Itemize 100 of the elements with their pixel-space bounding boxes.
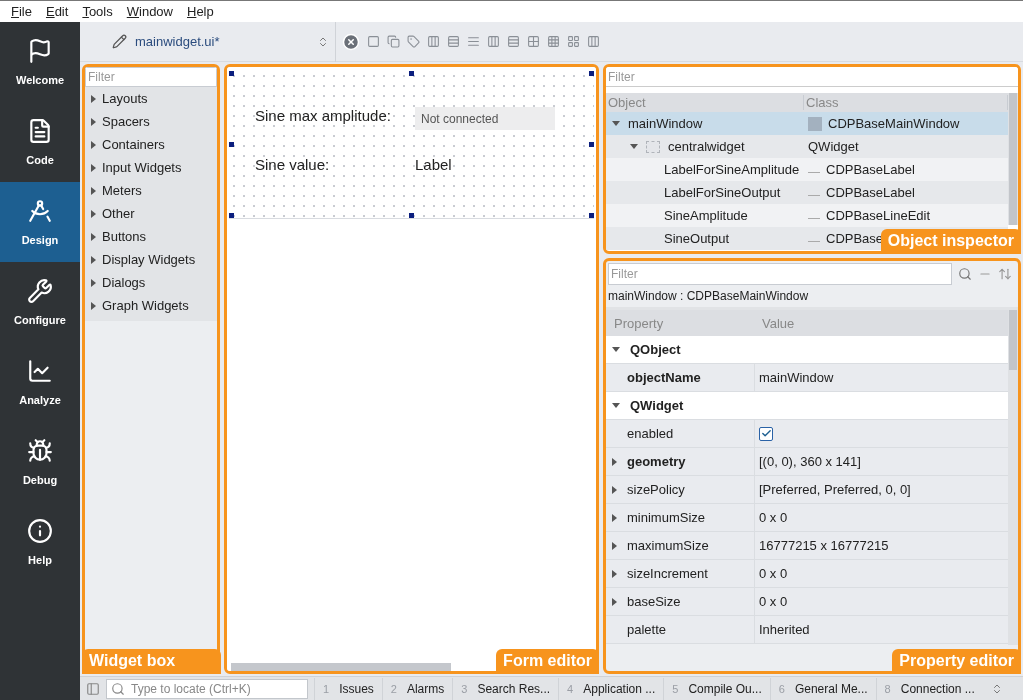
sort-icon[interactable] [998, 267, 1012, 281]
object-row[interactable]: LabelForSineAmplitude CDPBaseLabel [606, 158, 1008, 181]
object-row[interactable]: centralwidget QWidget [606, 135, 1008, 158]
property-value: [(0, 0), 360 x 141] [759, 454, 861, 469]
columns-icon[interactable] [427, 35, 440, 48]
menu-item[interactable]: Edit [38, 4, 76, 19]
category-item[interactable]: Containers [85, 133, 217, 156]
group-name: QWidget [630, 398, 684, 413]
output-tab[interactable]: 8 Connection ... [875, 677, 983, 700]
menu-item[interactable]: File [4, 4, 39, 19]
scrollbar[interactable] [231, 663, 451, 671]
locate-field[interactable]: Type to locate (Ctrl+K) [106, 678, 308, 699]
menu-item[interactable]: Window [119, 4, 180, 19]
resize-handle[interactable] [409, 213, 414, 218]
expand-arrow-icon[interactable] [612, 513, 617, 522]
property-name: minimumSize [627, 510, 705, 525]
expand-arrow-icon[interactable] [612, 347, 620, 352]
resize-handle[interactable] [589, 142, 594, 147]
expand-arrow-icon[interactable] [612, 569, 617, 578]
menu-item[interactable]: Help [180, 4, 221, 19]
scrollbar[interactable] [1008, 93, 1018, 225]
form-label: Sine max amplitude: [255, 106, 392, 124]
category-item[interactable]: Spacers [85, 110, 217, 133]
output-tab[interactable]: 4 Application ... [558, 677, 664, 700]
expand-arrow-icon[interactable] [612, 403, 620, 408]
mode-button[interactable]: Help [0, 502, 80, 582]
expand-arrow-icon[interactable] [612, 597, 617, 606]
property-value: Inherited [759, 622, 810, 637]
property-name: objectName [627, 370, 701, 385]
rows-icon[interactable] [447, 35, 460, 48]
object-row[interactable]: mainWindow CDPBaseMainWindow [606, 112, 1008, 135]
input-field[interactable]: Not connected [415, 107, 555, 130]
menu-item[interactable]: Tools [75, 4, 120, 19]
class-name: CDPBaseLineEdit [826, 208, 931, 223]
grid-icon[interactable] [547, 35, 560, 48]
mode-button[interactable]: Welcome [0, 22, 80, 102]
rows-icon[interactable] [507, 35, 520, 48]
property-name: palette [627, 622, 667, 637]
filter-field[interactable]: Filter [608, 263, 952, 285]
columns-icon[interactable] [487, 35, 500, 48]
callout-tooltip: Object inspector [880, 229, 1021, 254]
resize-handle[interactable] [589, 213, 594, 218]
pencil-icon [112, 34, 127, 49]
sidebar-toggle-icon[interactable] [86, 681, 100, 696]
info-icon [27, 518, 53, 544]
property-name: sizePolicy [627, 482, 685, 497]
category-item[interactable]: Other [85, 202, 217, 225]
resize-handle[interactable] [229, 142, 234, 147]
category-item[interactable]: Meters [85, 179, 217, 202]
expand-arrow-icon[interactable] [612, 541, 617, 550]
class-name: QWidget [808, 139, 859, 154]
filter-field[interactable]: Filter [85, 67, 217, 87]
columns-icon[interactable] [587, 35, 600, 48]
output-tab[interactable]: 1 Issues [314, 677, 382, 700]
object-row[interactable]: SineAmplitude CDPBaseLineEdit [606, 204, 1008, 227]
resize-handle[interactable] [589, 71, 594, 76]
class-name: CDPBaseLabel [826, 185, 915, 200]
compass-icon [27, 198, 53, 224]
mode-button[interactable]: Configure [0, 262, 80, 342]
expand-arrow-icon[interactable] [612, 485, 617, 494]
output-tab[interactable]: 2 Alarms [381, 677, 453, 700]
expand-arrow-icon[interactable] [612, 121, 620, 126]
square-icon[interactable] [367, 35, 380, 48]
output-tab[interactable]: 6 General Me... [769, 677, 876, 700]
search-icon[interactable] [958, 267, 972, 281]
file-selector[interactable]: mainwidget.ui* [80, 21, 336, 62]
category-item[interactable]: Dialogs [85, 271, 217, 294]
resize-handle[interactable] [409, 71, 414, 76]
expand-arrow-icon[interactable] [612, 457, 617, 466]
tag-icon[interactable] [407, 35, 420, 48]
updown-icon [317, 35, 329, 48]
resize-handle[interactable] [229, 71, 234, 76]
window-icon [808, 116, 822, 131]
object-name: SineOutput [664, 231, 730, 246]
mode-button[interactable]: Design [0, 182, 80, 262]
category-item[interactable]: Input Widgets [85, 156, 217, 179]
property-name: sizeIncrement [627, 566, 708, 581]
mode-button[interactable]: Debug [0, 422, 80, 502]
class-name: CDPBaseLabel [826, 162, 915, 177]
close-icon[interactable] [342, 32, 360, 51]
category-item[interactable]: Layouts [85, 87, 217, 110]
object-row[interactable]: LabelForSineOutput CDPBaseLabel [606, 181, 1008, 204]
filter-field[interactable]: Filter [606, 67, 1018, 87]
mode-button[interactable]: Code [0, 102, 80, 182]
checkbox[interactable] [759, 426, 773, 441]
output-tab[interactable]: 3 Search Res... [452, 677, 559, 700]
category-item[interactable]: Display Widgets [85, 248, 217, 271]
copy-icon[interactable] [387, 35, 400, 48]
resize-handle[interactable] [229, 213, 234, 218]
output-tab[interactable]: 5 Compile Ou... [663, 677, 770, 700]
mode-button[interactable]: Analyze [0, 342, 80, 422]
grid-icon[interactable] [527, 35, 540, 48]
category-item[interactable]: Graph Widgets [85, 294, 217, 317]
scrollbar[interactable] [1008, 310, 1018, 645]
expand-arrow-icon[interactable] [630, 144, 638, 149]
object-name: SineAmplitude [664, 208, 748, 223]
grid-icon[interactable] [567, 35, 580, 48]
lines-icon[interactable] [467, 35, 480, 48]
category-item[interactable]: Buttons [85, 225, 217, 248]
property-value: 0 x 0 [759, 510, 788, 525]
